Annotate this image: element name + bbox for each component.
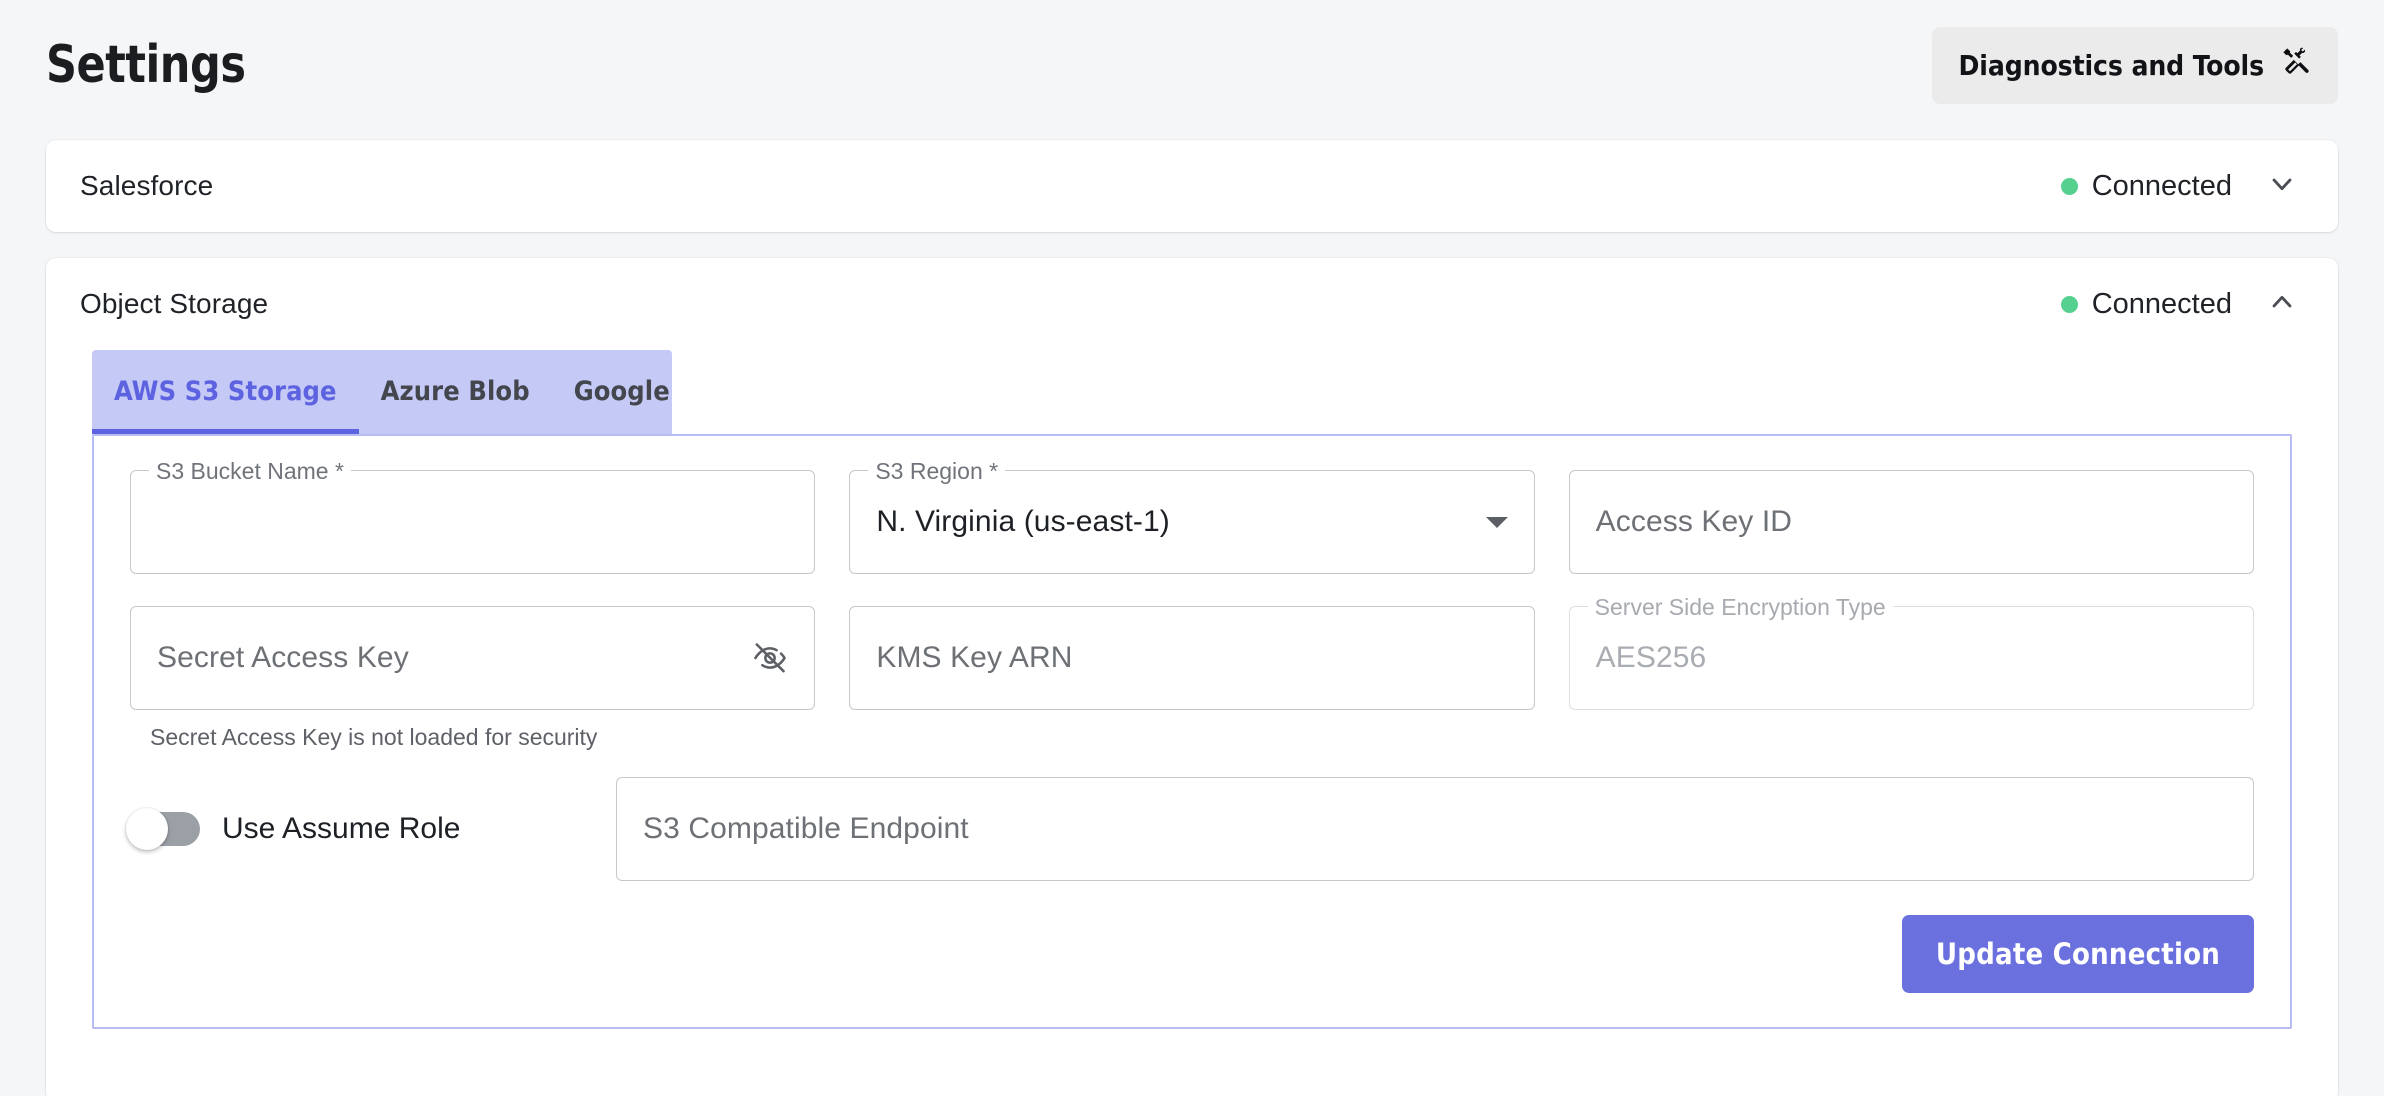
update-connection-button[interactable]: Update Connection [1901, 915, 2254, 993]
status-dot-icon [2060, 295, 2078, 313]
salesforce-status-group: Connected [2060, 168, 2298, 205]
server-side-encryption-type-field: Server Side Encryption Type AES256 [1568, 594, 2254, 710]
use-assume-role-label: Use Assume Role [222, 812, 461, 845]
status-badge: Connected [2060, 169, 2232, 203]
chevron-up-icon[interactable] [2266, 286, 2298, 323]
diagnostics-and-tools-button[interactable]: Diagnostics and Tools [1932, 26, 2338, 104]
status-label: Connected [2091, 287, 2232, 320]
secret-access-key-placeholder: Secret Access Key [157, 641, 409, 674]
secret-access-key-field[interactable]: Secret Access Key [130, 606, 816, 710]
s3-region-select[interactable]: S3 Region * N. Virginia (us-east-1) [849, 458, 1535, 574]
visibility-off-icon[interactable] [752, 640, 788, 676]
kms-key-arn-placeholder: KMS Key ARN [876, 641, 1073, 674]
s3-compatible-endpoint-field[interactable]: S3 Compatible Endpoint [616, 777, 2254, 881]
object-storage-card: Object Storage Connected AWS S3 Storage … [46, 258, 2338, 1096]
s3-region-value: N. Virginia (us-east-1) [876, 505, 1170, 538]
access-key-id-field[interactable]: Access Key ID [1568, 470, 2254, 574]
s3-bucket-name-label: S3 Bucket Name * [149, 458, 351, 484]
object-storage-card-header[interactable]: Object Storage Connected [46, 258, 2338, 350]
status-dot-icon [2060, 177, 2078, 195]
use-assume-role-group: Use Assume Role [126, 808, 616, 850]
form-footer: Update Connection [130, 915, 2254, 993]
s3-region-label: S3 Region * [868, 458, 1006, 484]
tab-google-cloud-platform[interactable]: Google Cloud Platform [552, 350, 672, 434]
server-side-encryption-type-value: AES256 [1595, 641, 1707, 674]
form-row-3: Use Assume Role S3 Compatible Endpoint [126, 777, 2254, 881]
diagnostics-button-label: Diagnostics and Tools [1958, 48, 2264, 82]
chevron-down-icon[interactable] [2266, 168, 2298, 205]
toggle-knob [126, 808, 168, 850]
page-title: Settings [46, 35, 246, 95]
salesforce-card-header[interactable]: Salesforce Connected [46, 140, 2338, 232]
object-storage-title: Object Storage [80, 288, 269, 319]
status-label: Connected [2091, 169, 2232, 202]
tools-icon [2282, 47, 2312, 84]
form-row-1: S3 Bucket Name * S3 Region * N. Virginia… [130, 458, 2254, 574]
tab-aws-s3-storage[interactable]: AWS S3 Storage [92, 350, 359, 434]
access-key-id-placeholder: Access Key ID [1595, 505, 1793, 538]
aws-s3-settings-panel: S3 Bucket Name * S3 Region * N. Virginia… [92, 434, 2292, 1029]
s3-compatible-endpoint-placeholder: S3 Compatible Endpoint [643, 812, 969, 845]
dropdown-arrow-icon[interactable] [1485, 516, 1508, 528]
settings-page: Settings Diagnostics and Tools Salesforc… [0, 0, 2384, 1096]
salesforce-card: Salesforce Connected [46, 140, 2338, 232]
object-storage-status-group: Connected [2060, 286, 2298, 323]
s3-bucket-name-field[interactable]: S3 Bucket Name * [130, 458, 816, 574]
page-header: Settings Diagnostics and Tools [0, 0, 2384, 130]
storage-provider-tabs: AWS S3 Storage Azure Blob Google Cloud P… [92, 350, 672, 434]
server-side-encryption-type-label: Server Side Encryption Type [1587, 594, 1893, 620]
use-assume-role-toggle[interactable] [126, 808, 200, 850]
kms-key-arn-field[interactable]: KMS Key ARN [849, 606, 1535, 710]
salesforce-title: Salesforce [80, 170, 214, 201]
form-row-2: Secret Access Key Secret Access Key is n… [130, 594, 2254, 751]
tab-azure-blob[interactable]: Azure Blob [359, 350, 552, 434]
secret-access-key-helper-text: Secret Access Key is not loaded for secu… [150, 724, 598, 750]
status-badge: Connected [2060, 287, 2232, 321]
